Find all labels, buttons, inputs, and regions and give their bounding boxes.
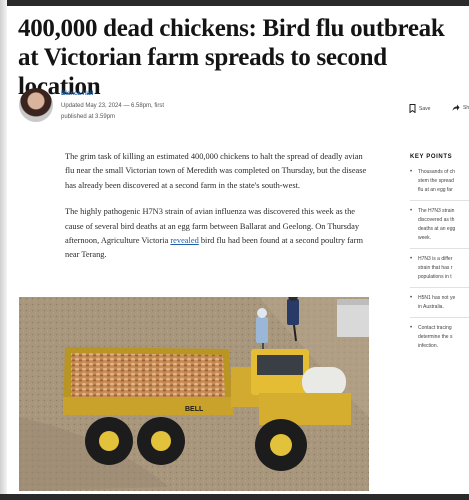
key-point-item: Contact tracing determine the s infectio… bbox=[410, 324, 469, 351]
article-photo: BELL bbox=[19, 297, 369, 491]
key-point-divider bbox=[410, 287, 469, 288]
key-point-divider bbox=[410, 317, 469, 318]
share-label: Sh bbox=[463, 105, 469, 111]
key-point-item: The H7N3 strain discovered as th deaths … bbox=[410, 207, 469, 243]
paragraph-1: The grim task of killing an estimated 40… bbox=[65, 152, 367, 190]
share-button[interactable]: Sh bbox=[452, 104, 469, 112]
window-left-edge bbox=[0, 0, 7, 500]
author-name[interactable]: Bianca Hall bbox=[61, 91, 93, 97]
author-avatar[interactable] bbox=[19, 88, 53, 122]
key-point-divider bbox=[410, 248, 469, 249]
save-button[interactable]: Save bbox=[409, 104, 430, 113]
key-points-panel: KEY POINTS Thousands of ch stem the spre… bbox=[410, 154, 469, 362]
photo-dump-truck-with-chickens: BELL bbox=[19, 297, 369, 491]
share-arrow-icon bbox=[452, 104, 460, 111]
revealed-link[interactable]: revealed bbox=[170, 236, 198, 245]
save-label: Save bbox=[419, 105, 431, 112]
key-point-item: Thousands of ch stem the spread flu at a… bbox=[410, 168, 469, 195]
key-point-item: H7N3 is a differ strain that has r popul… bbox=[410, 255, 469, 282]
article-headline: 400,000 dead chickens: Bird flu outbreak… bbox=[18, 15, 445, 100]
bookmark-icon bbox=[409, 104, 416, 113]
article-body: The grim task of killing an estimated 40… bbox=[65, 150, 371, 275]
published-time: published at 3.59pm bbox=[61, 114, 116, 120]
browser-bottom-edge bbox=[0, 494, 469, 500]
key-point-item: H5N1 has not ye in Australia. bbox=[410, 294, 469, 312]
key-point-divider bbox=[410, 200, 469, 201]
key-points-title: KEY POINTS bbox=[410, 154, 453, 160]
paragraph-2: The highly pathogenic H7N3 strain of avi… bbox=[65, 205, 371, 263]
updated-time: Updated May 23, 2024 — 6.58pm, first bbox=[61, 103, 165, 109]
browser-top-edge bbox=[0, 0, 469, 6]
truck-brand-text: BELL bbox=[185, 406, 204, 413]
publish-info: Updated May 23, 2024 — 6.58pm, first pub… bbox=[61, 101, 181, 123]
